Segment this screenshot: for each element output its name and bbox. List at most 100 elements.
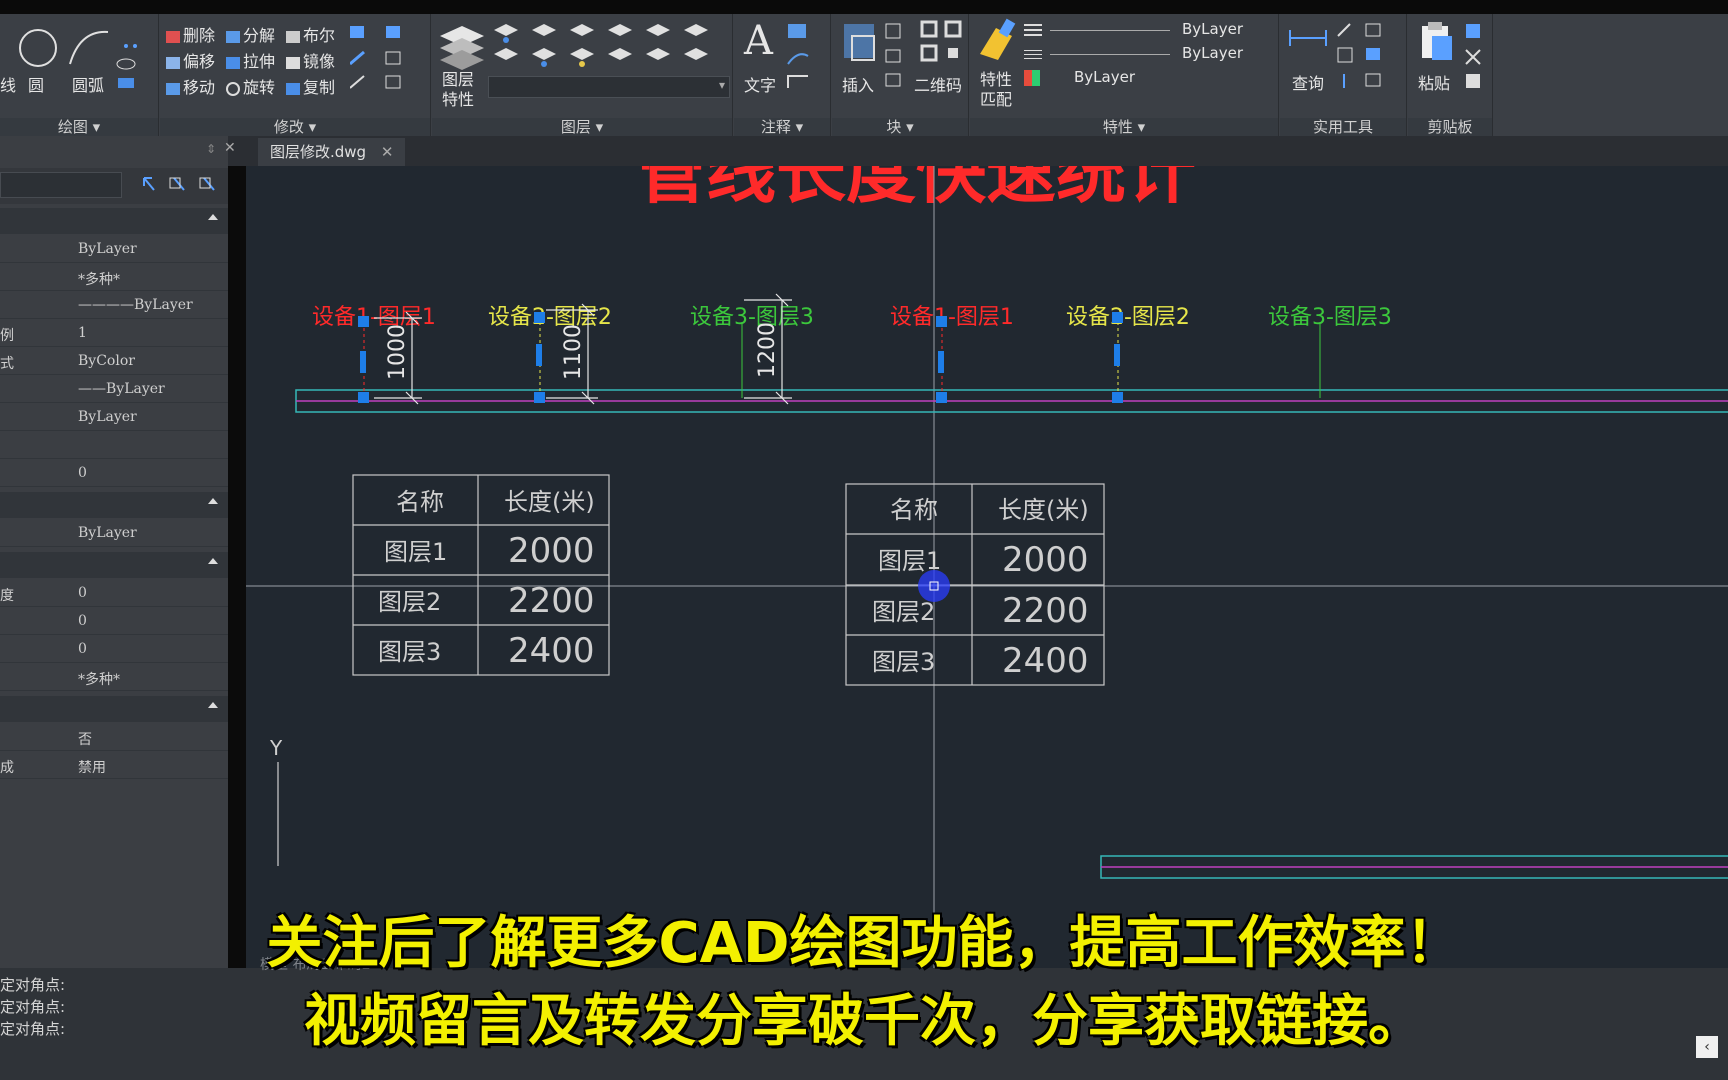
text-icon[interactable]: A	[744, 18, 773, 64]
table-cell: 2200	[508, 581, 595, 621]
draw-line-label[interactable]: 线	[0, 72, 16, 96]
property-row[interactable]: 0	[0, 460, 228, 487]
insert-block-label[interactable]: 插入	[842, 72, 874, 96]
property-row[interactable]: 0	[0, 636, 228, 663]
move-button[interactable]: 移动	[166, 74, 215, 98]
annotation-tool-icons	[787, 24, 809, 88]
property-value: 禁用	[78, 760, 106, 776]
property-row[interactable]: 成 禁用	[0, 752, 228, 779]
table-header-length: 长度(米)	[504, 488, 595, 516]
close-tab-icon[interactable]: ✕	[381, 143, 394, 161]
clipboard-tool-icons	[1465, 24, 1481, 88]
section-geometry[interactable]	[0, 552, 228, 578]
draw-circle-label[interactable]: 圆	[28, 72, 44, 96]
layer-tool-icons	[494, 24, 708, 67]
qrcode-label[interactable]: 二维码	[914, 72, 962, 96]
drawing-canvas[interactable]: 管线长度快速统计 设备1-图层1 设备2-图层2 设备3-图层3 设备1-图层1…	[246, 166, 1728, 968]
panel-block: 插入 二维码 块 ▾	[832, 14, 969, 136]
measure-icon[interactable]	[1288, 22, 1328, 58]
property-row[interactable]: ——ByLayer	[0, 376, 228, 403]
panel-clipboard-title[interactable]: 剪贴板	[1408, 118, 1492, 136]
copy-button[interactable]: 复制	[286, 74, 335, 98]
property-row[interactable]: *多种*	[0, 664, 228, 691]
property-key: 式	[0, 356, 14, 372]
cut-icon	[1465, 49, 1481, 65]
selection-tool-icons[interactable]	[140, 174, 224, 198]
qrcode-icon[interactable]	[920, 20, 964, 64]
drawing-svg[interactable]: 管线长度快速统计 设备1-图层1 设备2-图层2 设备3-图层3 设备1-图层1…	[246, 166, 1728, 968]
panel-draw-title[interactable]: 绘图 ▾	[0, 118, 158, 136]
layer-properties-label[interactable]: 图层 特性	[442, 70, 474, 110]
close-palette-icon[interactable]: ✕	[224, 140, 236, 156]
property-row[interactable]: ————ByLayer	[0, 292, 228, 319]
panel-modify: 删除 分解 布尔 偏移 拉伸 镜像 移动 旋转 复制 修改 ▾	[160, 14, 431, 136]
property-row[interactable]: ByLayer	[0, 236, 228, 263]
property-value: ————ByLayer	[78, 297, 193, 313]
table-cell: 2000	[1002, 540, 1089, 580]
draw-arc-label[interactable]: 圆弧	[72, 72, 104, 96]
property-row[interactable]: ByLayer	[0, 520, 228, 547]
property-row[interactable]	[0, 432, 228, 459]
property-row[interactable]: 0	[0, 608, 228, 635]
equipment-label[interactable]: 设备1-图层1	[890, 305, 1014, 330]
pin-icon[interactable]: ⇕	[206, 142, 216, 156]
equipment-label[interactable]: 设备2-图层2	[1066, 305, 1190, 330]
layer-properties-icon[interactable]	[436, 20, 488, 72]
panel-annotation-title[interactable]: 注释 ▾	[734, 118, 830, 136]
property-row[interactable]: 例1	[0, 320, 228, 347]
dimension-text[interactable]: 1200	[755, 322, 780, 378]
selection-dropdown[interactable]	[0, 172, 122, 198]
paste-label[interactable]: 粘贴	[1418, 70, 1450, 94]
section-misc[interactable]	[0, 696, 228, 722]
dimension-text[interactable]: 1000	[385, 324, 410, 380]
property-row[interactable]: *多种*	[0, 264, 228, 291]
equipment-label[interactable]: 设备3-图层3	[1268, 305, 1392, 330]
property-value: 否	[78, 732, 92, 748]
equipment-label[interactable]: 设备3-图层3	[690, 305, 814, 330]
section-3d-visual[interactable]	[0, 492, 228, 518]
linetype-dropdown[interactable]: ByLayer	[1022, 44, 1272, 66]
insert-block-icon[interactable]	[840, 20, 880, 70]
panel-clipboard: 粘贴 剪贴板	[1408, 14, 1493, 136]
section-general[interactable]	[0, 208, 228, 234]
text-tool-label[interactable]: 文字	[744, 72, 776, 96]
layer-dropdown[interactable]: ▾	[488, 76, 730, 98]
match-properties-icon[interactable]	[976, 18, 1016, 68]
tab-drawing[interactable]: 图层修改.dwg ✕	[258, 138, 406, 166]
panel-block-title[interactable]: 块 ▾	[832, 118, 968, 136]
property-row[interactable]: ByLayer	[0, 404, 228, 431]
copy-clip-icon	[1466, 74, 1480, 88]
property-row[interactable]: 度0	[0, 580, 228, 607]
offset-button[interactable]: 偏移	[166, 48, 215, 72]
paste-icon[interactable]	[1416, 20, 1456, 66]
boolean-button[interactable]: 布尔	[286, 22, 335, 46]
property-value: 0	[78, 641, 87, 657]
panel-modify-title[interactable]: 修改 ▾	[160, 118, 430, 136]
arc-icon	[69, 30, 109, 65]
property-row[interactable]: 否	[0, 724, 228, 751]
panel-utilities-title[interactable]: 实用工具	[1280, 118, 1406, 136]
mirror-button[interactable]: 镜像	[286, 48, 335, 72]
layer-color-dropdown[interactable]: ByLayer	[1022, 68, 1272, 90]
linetype-icon	[1024, 50, 1042, 51]
properties-header	[0, 168, 228, 204]
panel-draw: 线 圆 圆弧 绘图 ▾	[0, 14, 159, 136]
explode-button[interactable]: 分解	[226, 22, 275, 46]
dimension-text[interactable]: 1100	[561, 324, 586, 380]
move-icon	[166, 82, 180, 95]
stretch-button[interactable]: 拉伸	[226, 48, 275, 72]
table-cell: 图层2	[378, 588, 441, 616]
collapse-icon	[208, 498, 218, 504]
property-key: 度	[0, 588, 14, 604]
property-row[interactable]: 式 ByColor	[0, 348, 228, 375]
equipment-label[interactable]: 设备2-图层2	[488, 305, 612, 330]
erase-button[interactable]: 删除	[166, 22, 215, 46]
rotate-button[interactable]: 旋转	[226, 74, 275, 98]
panel-properties-title[interactable]: 特性 ▾	[970, 118, 1278, 136]
match-properties-label[interactable]: 特性 匹配	[980, 70, 1012, 110]
color-dropdown[interactable]: ByLayer	[1022, 20, 1272, 42]
utilities-tool-icons	[1337, 23, 1381, 88]
property-value: *多种*	[78, 672, 120, 688]
query-label[interactable]: 查询	[1292, 70, 1324, 94]
panel-layer-title[interactable]: 图层 ▾	[432, 118, 732, 136]
